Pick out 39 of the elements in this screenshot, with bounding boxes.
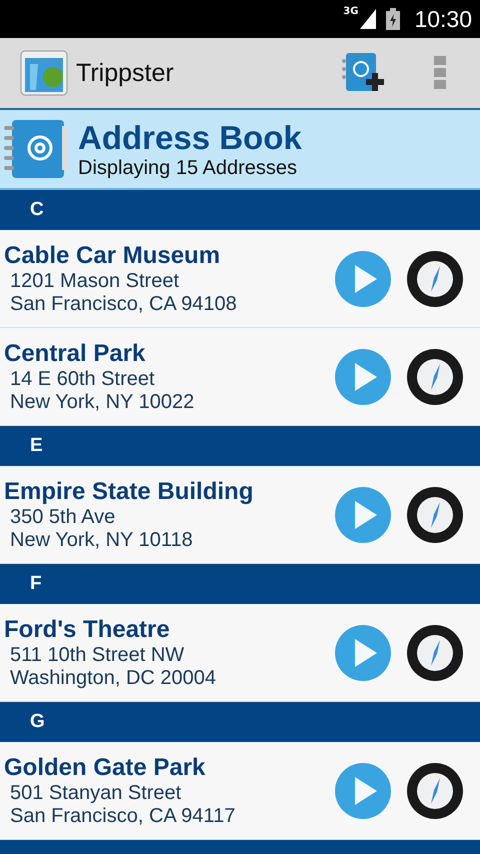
place-name: Central Park — [4, 340, 146, 368]
address-count: Displaying 15 Addresses — [78, 156, 298, 180]
app-logo-icon[interactable] — [20, 50, 68, 96]
play-button-icon[interactable] — [334, 762, 392, 820]
place-name: Empire State Building — [4, 478, 254, 506]
compass-icon[interactable] — [406, 250, 464, 308]
street-address: 511 10th Street NW — [10, 644, 186, 666]
street-address: 350 5th Ave — [10, 506, 116, 528]
play-button-icon[interactable] — [334, 624, 392, 682]
city-address: San Francisco, CA 94108 — [10, 292, 238, 316]
play-button-icon[interactable] — [334, 250, 392, 308]
section-letter: E — [30, 435, 43, 457]
compass-icon[interactable] — [406, 624, 464, 682]
play-button-icon[interactable] — [334, 348, 392, 406]
place-name: Ford's Theatre — [4, 616, 171, 644]
city-address: New York, NY 10022 — [10, 390, 196, 414]
street-address: 14 E 60th Street — [10, 368, 156, 390]
street-address: 1201 Mason Street — [10, 270, 180, 292]
section-letter: G — [30, 711, 45, 733]
city-address: San Francisco, CA 94117 — [10, 804, 236, 828]
compass-icon[interactable] — [406, 762, 464, 820]
compass-icon[interactable] — [406, 486, 464, 544]
page-title: Address Book — [78, 118, 302, 156]
clock: 10:30 — [414, 6, 472, 32]
place-name: Cable Car Museum — [4, 242, 222, 270]
battery-icon — [386, 8, 400, 30]
network-label: 3G — [343, 6, 358, 17]
section-letter: C — [30, 199, 44, 221]
street-address: 501 Stanyan Street — [10, 782, 182, 804]
app-title: Trippster — [76, 58, 174, 88]
overflow-menu-icon[interactable] — [434, 56, 446, 90]
compass-icon[interactable] — [406, 348, 464, 406]
signal-icon — [360, 9, 376, 29]
city-address: Washington, DC 20004 — [10, 666, 218, 690]
play-button-icon[interactable] — [334, 486, 392, 544]
place-name: Golden Gate Park — [4, 754, 206, 782]
section-letter: F — [30, 573, 42, 595]
address-book-icon — [2, 118, 68, 180]
city-address: New York, NY 10118 — [10, 528, 194, 552]
